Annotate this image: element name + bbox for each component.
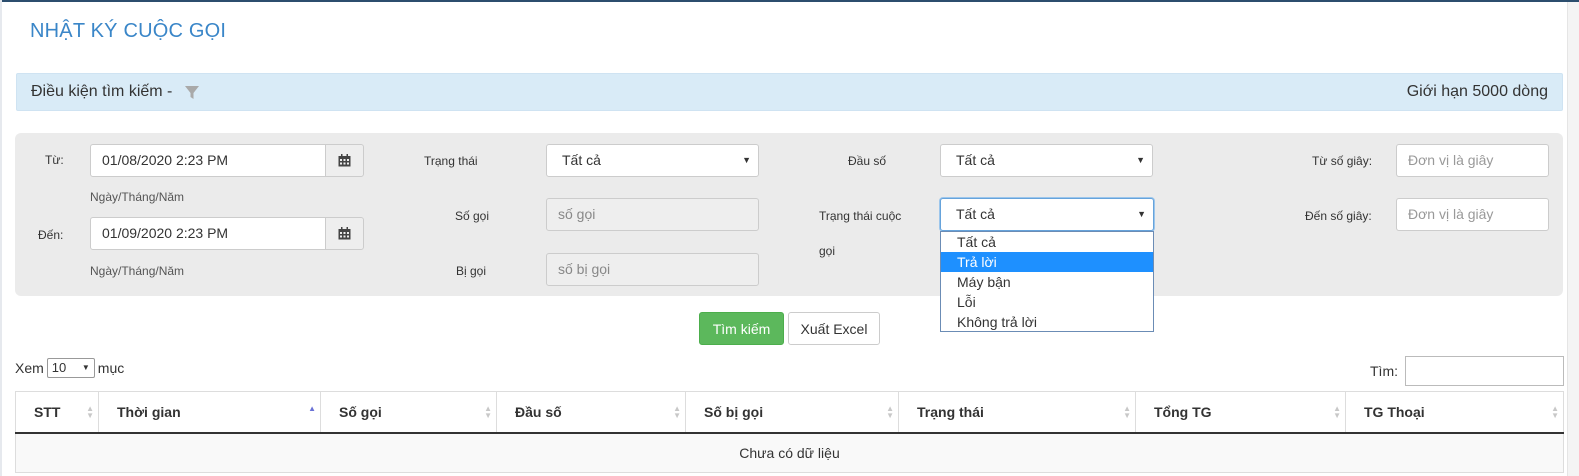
sort-icon: ▲ ▼ bbox=[886, 404, 894, 420]
filter-icon[interactable] bbox=[184, 85, 200, 106]
from-seconds-label: Từ số giây: bbox=[1312, 154, 1373, 168]
sort-icon: ▲ ▼ bbox=[1123, 404, 1131, 420]
to-date-calendar-button[interactable] bbox=[325, 217, 364, 250]
table-search-input[interactable] bbox=[1405, 356, 1564, 386]
page-size-value: 10 bbox=[51, 360, 67, 375]
from-date-input[interactable]: 01/08/2020 2:23 PM bbox=[90, 144, 326, 177]
call-status-label: Trạng thái cuộc bbox=[819, 209, 902, 223]
callee-input[interactable]: số bị gọi bbox=[546, 253, 759, 286]
from-date-label: Từ: bbox=[45, 153, 64, 167]
from-date-calendar-button[interactable] bbox=[325, 144, 364, 177]
left-border bbox=[0, 0, 2, 476]
column-header-talk-time[interactable]: TG Thoại ▲ ▼ bbox=[1345, 391, 1564, 434]
page-size-control: Xem 10 ▼ mục bbox=[15, 358, 124, 378]
chevron-down-icon: ▼ bbox=[742, 155, 751, 165]
call-status-label-cont: gọi bbox=[819, 244, 836, 258]
calendar-icon bbox=[338, 154, 351, 167]
column-header-total-time[interactable]: Tổng TG ▲ ▼ bbox=[1135, 391, 1346, 434]
chevron-down-icon: ▼ bbox=[1137, 209, 1146, 219]
callee-label: Bị gọi bbox=[456, 264, 487, 278]
to-date-format-hint: Ngày/Tháng/Năm bbox=[90, 264, 185, 278]
column-header-status[interactable]: Trạng thái ▲ ▼ bbox=[898, 391, 1136, 434]
page-size-suffix: mục bbox=[97, 360, 125, 376]
chevron-down-icon: ▼ bbox=[81, 363, 90, 372]
search-conditions-label: Điều kiện tìm kiếm - bbox=[31, 83, 173, 100]
call-status-select[interactable]: Tất cả ▼ bbox=[940, 198, 1154, 231]
sort-icon: ▲ ▼ bbox=[1333, 404, 1341, 420]
call-status-select-value: Tất cả bbox=[956, 206, 995, 222]
status-select-value: Tất cả bbox=[562, 152, 601, 168]
column-header-caller[interactable]: Số gọi ▲ ▼ bbox=[320, 391, 497, 434]
column-header-time[interactable]: Thời gian▲▼ bbox=[98, 391, 321, 434]
call-status-option[interactable]: Tất cả bbox=[941, 232, 1153, 252]
to-date-input[interactable]: 01/09/2020 2:23 PM bbox=[90, 217, 326, 250]
top-border bbox=[0, 0, 1579, 2]
page-size-select[interactable]: 10 ▼ bbox=[46, 358, 95, 378]
call-log-table: STT▲▼ Thời gian▲▼ Số gọi▲▼ Đầu số▲▼ Số b… bbox=[15, 391, 1564, 473]
caller-input[interactable]: số gọi bbox=[546, 198, 759, 231]
sort-icon: ▲ ▼ bbox=[673, 404, 681, 420]
call-status-dropdown: Tất cả Trả lời Máy bận Lỗi Không trả lời bbox=[940, 231, 1154, 332]
row-limit-label: Giới hạn 5000 dòng bbox=[1406, 83, 1548, 100]
to-date-label: Đến: bbox=[38, 228, 64, 242]
table-header-row: STT▲▼ Thời gian▲▼ Số gọi▲▼ Đầu số▲▼ Số b… bbox=[15, 391, 1564, 434]
from-date-format-hint: Ngày/Tháng/Năm bbox=[90, 190, 185, 204]
search-button[interactable]: Tìm kiếm bbox=[699, 312, 784, 345]
calendar-icon bbox=[338, 227, 351, 240]
column-header-prefix[interactable]: Đầu số ▲ ▼ bbox=[496, 391, 686, 434]
search-conditions-bar[interactable]: Điều kiện tìm kiếm - Giới hạn 5000 dòng bbox=[16, 73, 1563, 111]
prefix-label: Đầu số bbox=[848, 154, 887, 168]
scrollbar[interactable] bbox=[1567, 2, 1579, 476]
empty-table-message: Chưa có dữ liệu bbox=[15, 432, 1564, 473]
column-header-callee[interactable]: Số bị gọi ▲ ▼ bbox=[685, 391, 899, 434]
table-search-label: Tìm: bbox=[1370, 363, 1398, 379]
table-row: Chưa có dữ liệu bbox=[15, 432, 1564, 473]
call-status-option[interactable]: Lỗi bbox=[941, 292, 1153, 312]
sort-asc-icon: ▲▼ bbox=[308, 404, 316, 413]
sort-icon: ▲ ▼ bbox=[484, 404, 492, 420]
call-status-option[interactable]: Máy bận bbox=[941, 272, 1153, 292]
prefix-select[interactable]: Tất cả ▼ bbox=[940, 144, 1153, 177]
status-select[interactable]: Tất cả ▼ bbox=[546, 144, 759, 177]
page-size-prefix: Xem bbox=[15, 360, 44, 376]
call-status-option[interactable]: Không trả lời bbox=[941, 312, 1153, 332]
status-label: Trạng thái bbox=[424, 154, 478, 168]
call-status-option-highlighted[interactable]: Trả lời bbox=[941, 252, 1153, 272]
page-title: NHẬT KÝ CUỘC GỌI bbox=[30, 20, 227, 42]
from-seconds-input[interactable]: Đơn vị là giây bbox=[1396, 144, 1549, 177]
export-excel-button[interactable]: Xuất Excel bbox=[788, 312, 880, 345]
prefix-select-value: Tất cả bbox=[956, 152, 995, 168]
sort-icon: ▲ ▼ bbox=[1551, 404, 1559, 420]
sort-icon: ▲ ▼ bbox=[86, 404, 94, 420]
chevron-down-icon: ▼ bbox=[1136, 155, 1145, 165]
to-seconds-label: Đến số giây: bbox=[1305, 209, 1372, 223]
caller-label: Số gọi bbox=[455, 209, 490, 223]
column-header-stt[interactable]: STT ▲ ▼ bbox=[15, 391, 99, 434]
to-seconds-input[interactable]: Đơn vị là giây bbox=[1396, 198, 1549, 231]
